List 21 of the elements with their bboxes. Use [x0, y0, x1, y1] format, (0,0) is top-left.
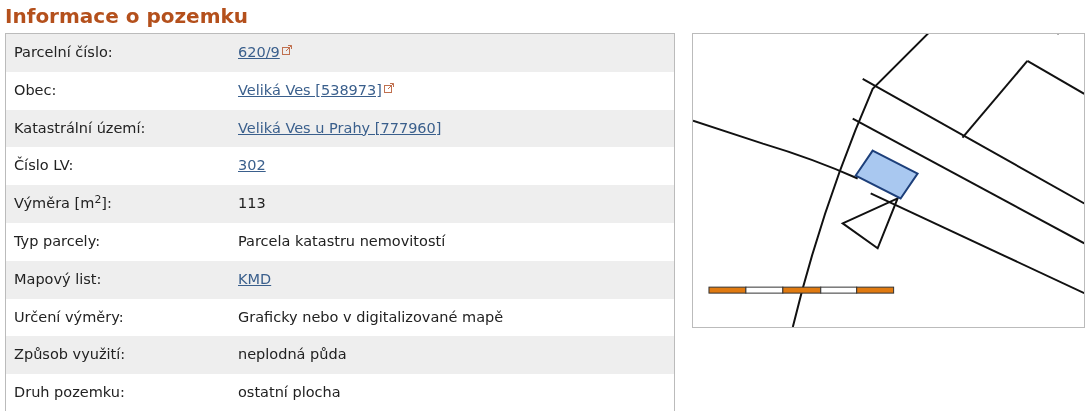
field-label: Katastrální území:	[14, 119, 146, 136]
field-label: Typ parcely:	[14, 233, 101, 249]
value-link[interactable]: KMD	[238, 268, 272, 291]
value-text: neplodná půda	[238, 346, 347, 363]
field-label: Parcelní číslo:	[14, 44, 113, 60]
field-label: Způsob využití:	[14, 346, 126, 363]
value-link[interactable]: 620/9	[238, 42, 280, 64]
field-label: Obec:	[14, 81, 57, 98]
section-title: Informace o pozemku	[5, 3, 250, 30]
value-text: ostatní plocha	[238, 384, 341, 401]
value-text: Parcela katastru nemovitostí	[238, 233, 446, 249]
value-link[interactable]: Veliká Ves [538973]	[238, 79, 382, 102]
value-link[interactable]: 302	[238, 155, 266, 178]
field-label: Mapový list:	[14, 270, 102, 287]
field-label: Určení výměry:	[14, 308, 124, 325]
value-text: 113	[238, 195, 266, 212]
field-label: Druh pozemku:	[14, 384, 125, 401]
field-label: Výměra [m$^{2}$]:	[14, 195, 112, 212]
value-link[interactable]: Veliká Ves u Prahy [777960]	[238, 117, 442, 140]
value-text: Graficky nebo v digitalizované mapě	[238, 308, 504, 325]
field-label: Číslo LV:	[14, 157, 74, 174]
